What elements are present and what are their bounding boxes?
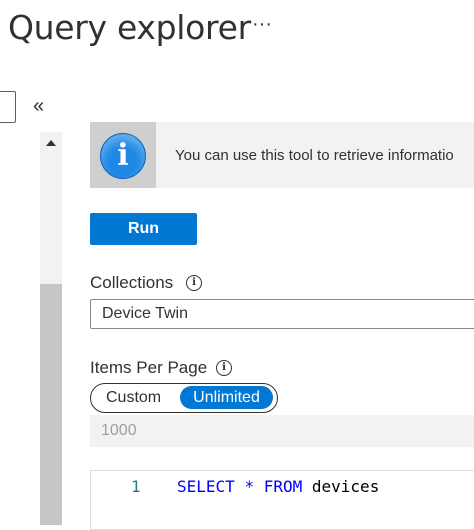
items-per-page-label: Items Per Page	[90, 358, 208, 377]
items-per-page-input[interactable]: 1000	[90, 415, 474, 447]
collapse-sidebar-icon[interactable]: «	[33, 95, 44, 117]
code-line[interactable]: SELECT * FROM devices	[177, 477, 379, 496]
collections-dropdown[interactable]: Device Twin	[90, 299, 474, 329]
toggle-option-unlimited[interactable]: Unlimited	[180, 386, 273, 409]
table-name: devices	[311, 477, 380, 496]
info-banner: i You can use this tool to retrieve info…	[90, 122, 474, 188]
query-editor[interactable]: 1 SELECT * FROM devices	[90, 470, 474, 530]
info-banner-text: You can use this tool to retrieve inform…	[175, 147, 454, 164]
keyword-from: FROM	[263, 477, 303, 496]
filter-input[interactable]	[0, 91, 16, 123]
line-number: 1	[131, 477, 141, 496]
operator-star: *	[244, 477, 255, 496]
scroll-up-arrow-icon[interactable]	[40, 134, 62, 154]
items-per-page-toggle[interactable]: Custom Unlimited	[90, 383, 278, 413]
toggle-option-custom[interactable]: Custom	[106, 389, 161, 407]
keyword-select: SELECT	[177, 477, 235, 496]
run-button[interactable]: Run	[90, 213, 197, 245]
info-icon-container: i	[90, 122, 156, 188]
page-title: Query explorer	[8, 8, 251, 47]
scrollbar-thumb[interactable]	[40, 284, 62, 525]
info-icon: i	[100, 133, 146, 179]
collections-label: Collections	[90, 273, 174, 292]
items-per-page-info-icon[interactable]: i	[216, 360, 232, 376]
more-options-icon[interactable]: ···	[252, 14, 272, 34]
collections-info-icon[interactable]: i	[186, 275, 202, 291]
